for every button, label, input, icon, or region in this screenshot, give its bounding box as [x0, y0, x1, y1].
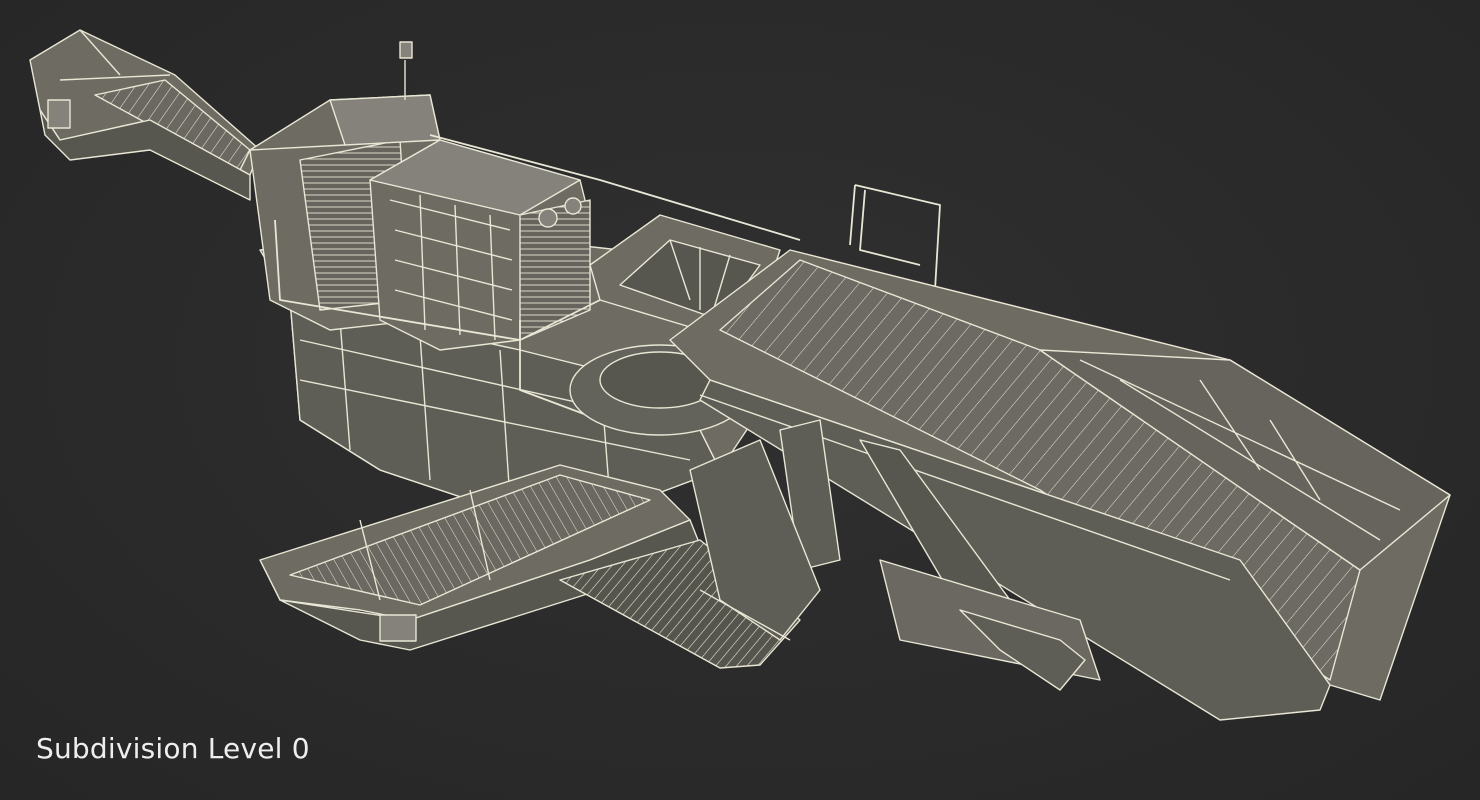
render-viewport: Subdivision Level 0: [0, 0, 1480, 800]
power-unit: [369, 139, 591, 351]
subdivision-caption: Subdivision Level 0: [36, 732, 310, 765]
side-conveyor: [259, 464, 701, 651]
crusher-model-render: [29, 29, 1451, 721]
tail-conveyor: [29, 29, 261, 201]
